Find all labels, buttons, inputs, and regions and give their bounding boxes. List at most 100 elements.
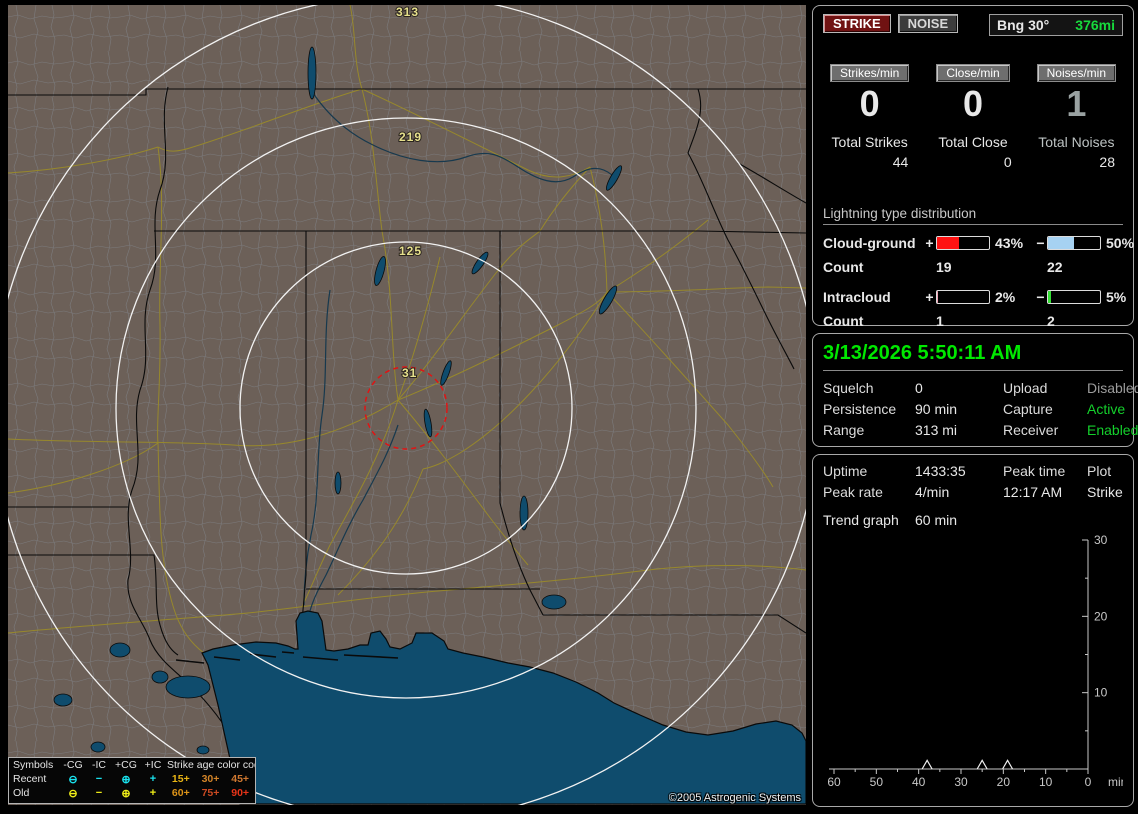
strike-mode-button[interactable]: STRIKE bbox=[823, 14, 891, 33]
ring-label-313: 313 bbox=[396, 5, 419, 19]
pos-ic-pct: 2% bbox=[995, 289, 1016, 305]
neg-cg-bar bbox=[1047, 236, 1101, 250]
legend-row-recent: Recent bbox=[13, 773, 47, 785]
age-30: 30+ bbox=[201, 773, 220, 785]
svg-text:60: 60 bbox=[827, 775, 841, 788]
trend-graph-value: 60 min bbox=[915, 512, 958, 528]
squelch-value: 0 bbox=[915, 380, 923, 396]
bearing-label: Bng 30° bbox=[997, 17, 1050, 33]
persistence-value: 90 min bbox=[915, 401, 958, 417]
svg-text:30: 30 bbox=[954, 775, 968, 788]
copyright-text: ©2005 Astrogenic Systems bbox=[668, 792, 801, 804]
trend-section: Uptime 1433:35 Peak time Plot Peak rate … bbox=[812, 454, 1134, 807]
trend-graph: 60 50 40 30 20 10 0 min 30 20 10 bbox=[827, 533, 1123, 788]
pos-ic-bar bbox=[936, 290, 990, 304]
strikes-per-min-value: 0 bbox=[859, 83, 880, 124]
uptime-label: Uptime bbox=[823, 463, 868, 479]
capture-label: Capture bbox=[1003, 401, 1053, 417]
old-pic-icon: + bbox=[149, 787, 157, 799]
peak-rate-label: Peak rate bbox=[823, 484, 883, 500]
minus-sign: − bbox=[1036, 289, 1045, 305]
age-90: 90+ bbox=[231, 787, 250, 799]
svg-text:50: 50 bbox=[870, 775, 884, 788]
svg-text:40: 40 bbox=[912, 775, 926, 788]
old-ncg-icon: ⊖ bbox=[68, 787, 78, 800]
age-75: 75+ bbox=[201, 787, 220, 799]
svg-text:10: 10 bbox=[1094, 686, 1108, 700]
upload-value: Disabled bbox=[1087, 380, 1138, 396]
svg-text:min: min bbox=[1108, 775, 1123, 788]
map-canvas: 313 219 125 31 bbox=[8, 5, 806, 805]
noises-per-min-label: Noises/min bbox=[1036, 64, 1116, 82]
pos-cg-count: 19 bbox=[936, 259, 952, 275]
recent-pcg-icon: ⊕ bbox=[121, 773, 131, 786]
plus-sign: + bbox=[925, 235, 934, 251]
datetime-display: 3/13/2026 5:50:11 AM bbox=[823, 342, 1123, 371]
age-60: 60+ bbox=[171, 787, 190, 799]
svg-text:20: 20 bbox=[1094, 609, 1108, 623]
range-label: Range bbox=[823, 422, 865, 438]
receiver-label: Receiver bbox=[1003, 422, 1059, 438]
uptime-value: 1433:35 bbox=[915, 463, 966, 479]
neg-ic-count: 2 bbox=[1047, 313, 1055, 329]
close-per-min-value: 0 bbox=[962, 83, 983, 124]
ring-label-219: 219 bbox=[399, 130, 422, 144]
strike-stats-section: STRIKE NOISE Bng 30° 376mi Strikes/min C… bbox=[812, 5, 1134, 329]
neg-cg-count: 22 bbox=[1047, 259, 1063, 275]
pos-cg-pct: 43% bbox=[995, 235, 1024, 251]
ring-label-31: 31 bbox=[402, 366, 417, 380]
cloud-ground-row: Cloud-ground + 43% − 50% bbox=[823, 235, 1134, 251]
plot-value: Strike bbox=[1087, 484, 1123, 500]
svg-text:0: 0 bbox=[1085, 775, 1092, 788]
total-noises-label: Total Noises bbox=[1038, 134, 1115, 150]
receiver-status-section: 3/13/2026 5:50:11 AM Squelch 0 Upload Di… bbox=[812, 333, 1138, 447]
total-strikes-value: 44 bbox=[892, 154, 909, 170]
intracloud-label: Intracloud bbox=[823, 289, 891, 305]
strike-map[interactable]: 313 219 125 31 Symbols -CG -IC +CG +IC S… bbox=[8, 5, 806, 805]
plot-label: Plot bbox=[1087, 463, 1112, 479]
legend-col-pcg: +CG bbox=[115, 759, 137, 771]
neg-ic-pct: 5% bbox=[1106, 289, 1127, 305]
peak-time-value: 12:17 AM bbox=[1003, 484, 1063, 500]
range-value: 313 mi bbox=[915, 422, 958, 438]
intracloud-row: Intracloud + 2% − 5% bbox=[823, 289, 1127, 305]
noises-per-min-value: 1 bbox=[1066, 83, 1087, 124]
squelch-label: Squelch bbox=[823, 380, 874, 396]
old-nic-icon: − bbox=[95, 787, 103, 799]
ring-label-125: 125 bbox=[399, 244, 422, 258]
legend-age-header: Strike age color codes bbox=[167, 759, 255, 771]
pos-ic-count: 1 bbox=[936, 313, 944, 329]
upload-label: Upload bbox=[1003, 380, 1048, 396]
cloud-ground-count-row: Count 19 22 bbox=[823, 259, 1123, 275]
bearing-range: 376mi bbox=[1075, 17, 1115, 33]
recent-pic-icon: + bbox=[149, 773, 157, 785]
total-strikes-label: Total Strikes bbox=[831, 134, 908, 150]
neg-cg-pct: 50% bbox=[1106, 235, 1135, 251]
peak-time-label: Peak time bbox=[1003, 463, 1066, 479]
neg-ic-bar bbox=[1047, 290, 1101, 304]
cloud-ground-label: Cloud-ground bbox=[823, 235, 916, 251]
count-label: Count bbox=[823, 313, 864, 329]
noise-mode-button[interactable]: NOISE bbox=[897, 14, 959, 33]
strikes-per-min-label: Strikes/min bbox=[829, 64, 910, 82]
plus-sign: + bbox=[925, 289, 934, 305]
total-close-value: 0 bbox=[1003, 154, 1012, 170]
trend-graph-label: Trend graph bbox=[823, 512, 899, 528]
persistence-label: Persistence bbox=[823, 401, 897, 417]
age-45: 45+ bbox=[231, 773, 250, 785]
legend-symbols-header: Symbols bbox=[13, 759, 54, 771]
bearing-readout: Bng 30° 376mi bbox=[989, 14, 1123, 36]
age-15: 15+ bbox=[171, 773, 190, 785]
side-panel: STRIKE NOISE Bng 30° 376mi Strikes/min C… bbox=[812, 5, 1138, 814]
distribution-header: Lightning type distribution bbox=[823, 206, 1123, 225]
recent-nic-icon: − bbox=[95, 773, 103, 785]
minus-sign: − bbox=[1036, 235, 1045, 251]
capture-value: Active bbox=[1087, 401, 1126, 417]
recent-ncg-icon: ⊖ bbox=[68, 773, 78, 786]
intracloud-count-row: Count 1 2 bbox=[823, 313, 1123, 329]
peak-rate-value: 4/min bbox=[915, 484, 950, 500]
count-label: Count bbox=[823, 259, 864, 275]
legend-col-ncg: -CG bbox=[63, 759, 83, 771]
legend-col-nic: -IC bbox=[92, 759, 106, 771]
svg-text:10: 10 bbox=[1039, 775, 1053, 788]
